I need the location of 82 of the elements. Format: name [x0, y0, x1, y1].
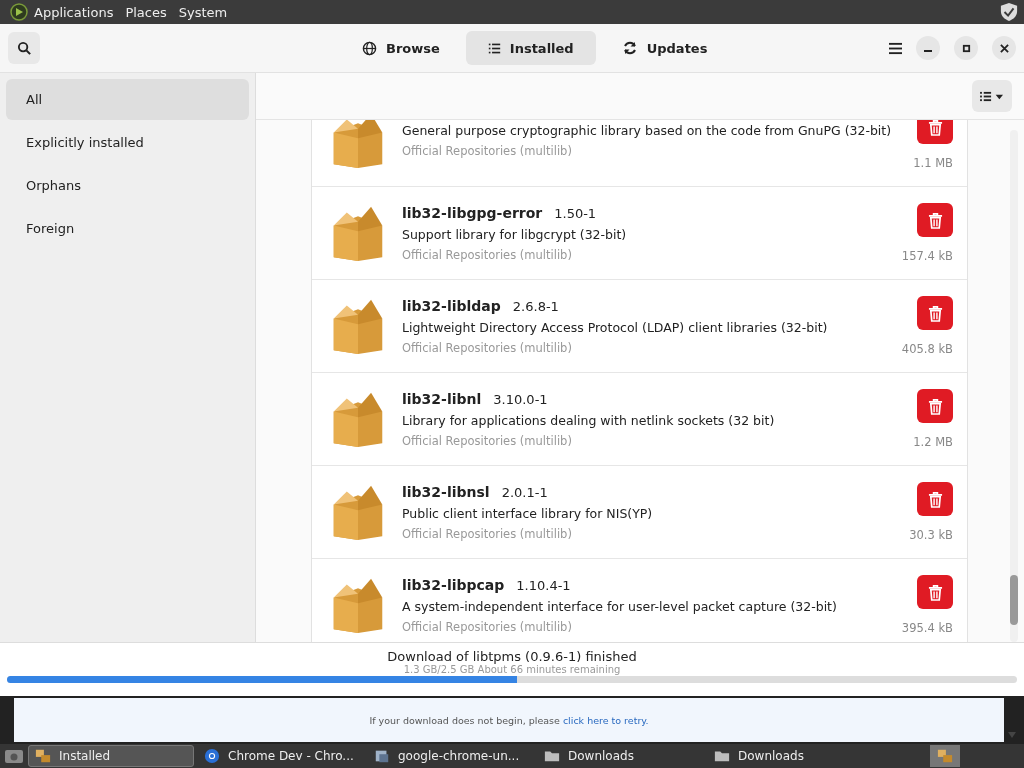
close-button[interactable] — [992, 36, 1016, 60]
sidebar-item[interactable]: All — [6, 79, 249, 120]
panel-menu[interactable]: Applications — [34, 4, 114, 20]
scrollbar-thumb[interactable] — [1010, 575, 1018, 625]
globe-icon — [362, 40, 377, 56]
download-status: Download of libtpms (0.9.6-1) finished — [387, 649, 637, 664]
package-description: General purpose cryptographic library based on the code from GnuPG (32-bit) — [402, 122, 893, 138]
sidebar-item[interactable]: Explicitly installed — [6, 122, 249, 163]
package-name: lib32-libnl — [402, 390, 482, 407]
remove-button[interactable] — [917, 296, 953, 330]
package-size: 405.8 kB — [901, 342, 953, 356]
workspace-switcher[interactable] — [930, 745, 960, 767]
sidebar-item[interactable]: Orphans — [6, 165, 249, 206]
browser-icon — [204, 748, 220, 764]
minimize-button[interactable] — [916, 36, 940, 60]
package-version: 3.10.0-1 — [493, 391, 548, 407]
package-name: lib32-libgpg-error — [402, 204, 543, 221]
repository-label: Official Repositories (multilib) — [402, 143, 573, 158]
maximize-icon — [961, 43, 971, 53]
package-size: 1.1 MB — [913, 156, 953, 170]
remove-button[interactable] — [917, 575, 953, 609]
package-name: lib32-libpcap — [402, 576, 505, 593]
trash-icon — [927, 304, 943, 322]
package-version: 1.10.4-1 — [516, 577, 571, 593]
repository-label: Official Repositories (multilib) — [402, 247, 573, 262]
search-icon — [16, 40, 32, 56]
package-version: 2.0.1-1 — [501, 484, 548, 500]
taskbar-button[interactable]: google-chrome-un... — [368, 745, 534, 767]
view-tab[interactable]: Browse — [340, 31, 462, 65]
close-icon — [999, 43, 1009, 53]
panel-menu[interactable]: System — [178, 4, 228, 20]
remove-button[interactable] — [917, 203, 953, 237]
panel-menu[interactable]: Places — [125, 4, 167, 20]
package-icon — [35, 748, 51, 764]
installer-icon — [374, 748, 390, 764]
package-size: 157.4 kB — [901, 249, 953, 263]
view-tab[interactable]: Installed — [465, 31, 596, 65]
remove-button[interactable] — [917, 482, 953, 516]
trash-icon — [927, 397, 943, 415]
minimize-icon — [924, 50, 932, 52]
retry-message: If your download does not begin, please click here to retry. — [369, 714, 649, 726]
trash-icon — [927, 211, 943, 229]
taskbar-button[interactable]: Downloads — [538, 745, 704, 767]
package-size: 1.2 MB — [913, 435, 953, 449]
taskbar-button[interactable]: Chrome Dev - Chro... — [198, 745, 364, 767]
package-version: 2.6.8-1 — [512, 298, 559, 314]
view-mode-button[interactable] — [972, 80, 1012, 112]
repository-label: Official Repositories (multilib) — [402, 526, 573, 541]
package-size: 30.3 kB — [909, 528, 953, 542]
refresh-icon — [621, 40, 638, 56]
search-button[interactable] — [8, 32, 40, 64]
view-tab[interactable]: Updates — [599, 31, 730, 65]
package-description: A system-independent interface for user-level packet capture (32-bit) — [402, 598, 838, 614]
taskbar-button[interactable]: Installed — [28, 745, 194, 767]
trash-icon — [927, 583, 943, 601]
list-dropdown-icon — [979, 90, 1005, 102]
sidebar-item[interactable]: Foreign — [6, 208, 249, 249]
logo-icon[interactable] — [10, 3, 28, 21]
taskbar-button[interactable]: Downloads — [708, 745, 874, 767]
package-icon — [937, 748, 953, 764]
trash-icon — [927, 120, 943, 136]
retry-link[interactable]: click here to retry. — [562, 714, 649, 726]
download-detail: 1.3 GB/2.5 GB About 66 minutes remaining — [403, 664, 621, 676]
maximize-button[interactable] — [954, 36, 978, 60]
package-description: Public client interface library for NIS(YP) — [402, 505, 654, 521]
repository-label: Official Repositories (multilib) — [402, 619, 573, 634]
shield-icon[interactable] — [1000, 2, 1018, 22]
package-description: Library for applications dealing with netlink sockets (32 bit) — [402, 412, 776, 428]
remove-button[interactable] — [917, 389, 953, 423]
package-name: lib32-libnsl — [402, 483, 490, 500]
package-description: Support library for libgcrypt (32-bit) — [402, 226, 628, 242]
trash-icon — [927, 490, 943, 508]
package-description: Lightweight Directory Access Protocol (LDAP) client libraries (32-bit) — [402, 319, 829, 335]
repository-label: Official Repositories (multilib) — [402, 340, 573, 355]
menu-icon[interactable] — [889, 41, 902, 55]
package-name: lib32-libldap — [402, 297, 501, 314]
package-size: 395.4 kB — [901, 621, 953, 635]
desktop-icon[interactable] — [4, 747, 24, 765]
repository-label: Official Repositories (multilib) — [402, 433, 573, 448]
package-version: 1.50-1 — [554, 205, 597, 221]
remove-button[interactable] — [917, 120, 953, 144]
list-icon — [487, 41, 501, 55]
